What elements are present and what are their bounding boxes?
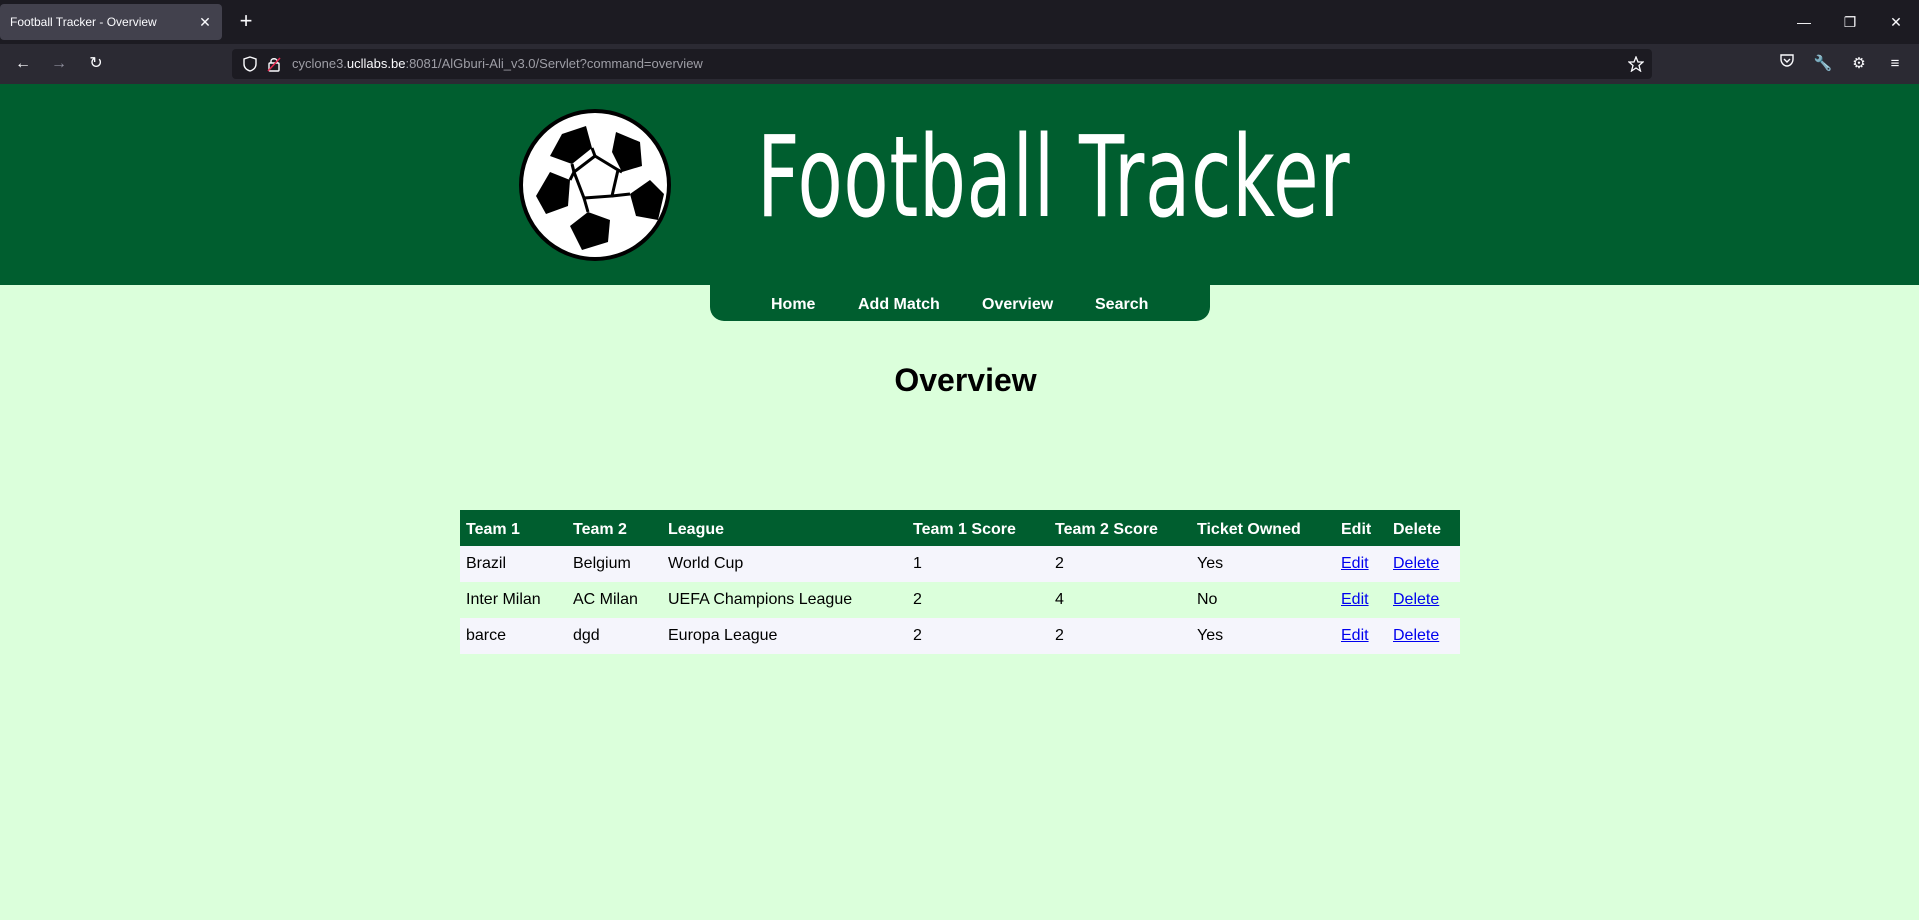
main-nav: Home Add Match Overview Search: [710, 285, 1210, 321]
browser-toolbar: ← → ↻ cyclone3.ucllabs.be:8081/AlGburi-A…: [0, 44, 1919, 84]
cell-ticket-owned: Yes: [1191, 546, 1335, 582]
site-title: Football Tracker: [757, 113, 1351, 243]
column-header-team2: Team 2: [567, 510, 662, 546]
edit-link[interactable]: Edit: [1341, 555, 1369, 572]
back-arrow-icon[interactable]: ←: [11, 52, 35, 76]
column-header-delete: Delete: [1387, 510, 1460, 546]
nav-overview[interactable]: Overview: [982, 296, 1053, 314]
cell-edit: Edit: [1335, 618, 1387, 654]
cell-team1-score: 1: [907, 546, 1049, 582]
browser-tab[interactable]: Football Tracker - Overview ✕: [0, 4, 222, 40]
cell-edit: Edit: [1335, 582, 1387, 618]
minimize-icon[interactable]: —: [1792, 10, 1816, 34]
column-header-league: League: [662, 510, 907, 546]
cell-league: UEFA Champions League: [662, 582, 907, 618]
cell-delete: Delete: [1387, 618, 1460, 654]
tab-close-icon[interactable]: ✕: [196, 13, 214, 31]
table-header-row: Team 1 Team 2 League Team 1 Score Team 2…: [460, 510, 1460, 546]
cell-team2-score: 2: [1049, 618, 1191, 654]
page-title: Overview: [894, 362, 1037, 398]
lock-icon[interactable]: [266, 56, 282, 72]
cell-team2: dgd: [567, 618, 662, 654]
cell-ticket-owned: No: [1191, 582, 1335, 618]
edit-link[interactable]: Edit: [1341, 627, 1369, 644]
url-path: :8081/AlGburi-Ali_v3.0/Servlet?command=o…: [405, 56, 703, 71]
cell-edit: Edit: [1335, 546, 1387, 582]
cell-league: World Cup: [662, 546, 907, 582]
soccer-ball-logo: [519, 109, 671, 261]
table-row: barce dgd Europa League 2 2 Yes Edit Del…: [460, 618, 1460, 654]
url-bar[interactable]: cyclone3.ucllabs.be:8081/AlGburi-Ali_v3.…: [232, 49, 1652, 79]
cell-team1: Inter Milan: [460, 582, 567, 618]
nav-search[interactable]: Search: [1095, 296, 1148, 314]
cell-delete: Delete: [1387, 582, 1460, 618]
table-row: Brazil Belgium World Cup 1 2 Yes Edit De…: [460, 546, 1460, 582]
extensions-icon[interactable]: ⚙: [1847, 52, 1871, 76]
wrench-icon[interactable]: 🔧: [1811, 52, 1835, 76]
cell-team1-score: 2: [907, 582, 1049, 618]
delete-link[interactable]: Delete: [1393, 591, 1439, 608]
window-close-icon[interactable]: ✕: [1884, 10, 1908, 34]
cell-league: Europa League: [662, 618, 907, 654]
cell-delete: Delete: [1387, 546, 1460, 582]
column-header-ticket-owned: Ticket Owned: [1191, 510, 1335, 546]
pocket-icon[interactable]: [1775, 52, 1799, 76]
menu-icon[interactable]: ≡: [1883, 52, 1907, 76]
delete-link[interactable]: Delete: [1393, 555, 1439, 572]
column-header-team1-score: Team 1 Score: [907, 510, 1049, 546]
browser-tab-bar: Football Tracker - Overview ✕ + — ❐ ✕: [0, 0, 1919, 44]
url-host: ucllabs.be: [346, 56, 406, 71]
cell-team2: AC Milan: [567, 582, 662, 618]
star-icon[interactable]: [1627, 55, 1645, 73]
url-text[interactable]: cyclone3.ucllabs.be:8081/AlGburi-Ali_v3.…: [292, 56, 703, 71]
column-header-edit: Edit: [1335, 510, 1387, 546]
cell-team1: barce: [460, 618, 567, 654]
delete-link[interactable]: Delete: [1393, 627, 1439, 644]
column-header-team2-score: Team 2 Score: [1049, 510, 1191, 546]
cell-team2-score: 4: [1049, 582, 1191, 618]
reload-icon[interactable]: ↻: [84, 52, 108, 76]
table-row: Inter Milan AC Milan UEFA Champions Leag…: [460, 582, 1460, 618]
matches-table: Team 1 Team 2 League Team 1 Score Team 2…: [460, 510, 1460, 654]
cell-team2-score: 2: [1049, 546, 1191, 582]
url-prefix: cyclone3.: [292, 56, 347, 71]
cell-team1-score: 2: [907, 618, 1049, 654]
forward-arrow-icon[interactable]: →: [47, 52, 71, 76]
nav-add-match[interactable]: Add Match: [858, 296, 940, 314]
cell-team2: Belgium: [567, 546, 662, 582]
new-tab-icon[interactable]: +: [234, 10, 258, 34]
restore-icon[interactable]: ❐: [1838, 10, 1862, 34]
cell-ticket-owned: Yes: [1191, 618, 1335, 654]
cell-team1: Brazil: [460, 546, 567, 582]
edit-link[interactable]: Edit: [1341, 591, 1369, 608]
shield-icon[interactable]: [242, 56, 258, 72]
tab-title: Football Tracker - Overview: [10, 15, 157, 29]
column-header-team1: Team 1: [460, 510, 567, 546]
nav-home[interactable]: Home: [771, 296, 815, 314]
